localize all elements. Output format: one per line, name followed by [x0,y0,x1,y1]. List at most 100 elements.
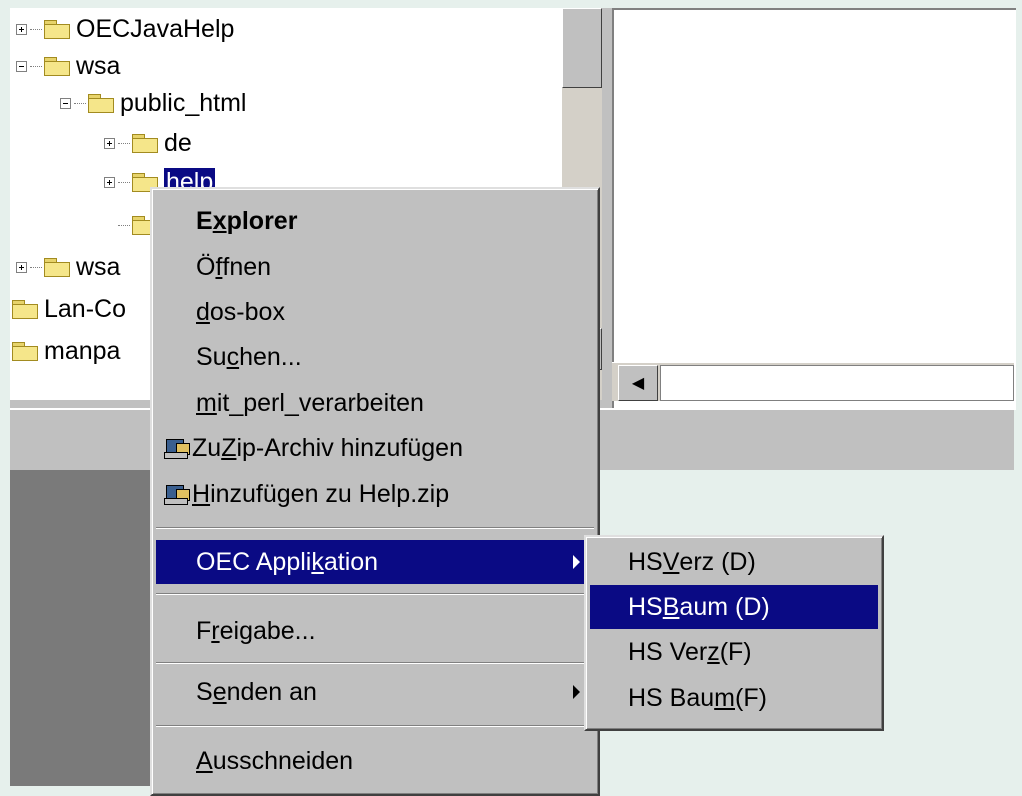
tree-item-label: de [164,129,192,157]
menu-label: HS [628,547,663,576]
menu-label: F [196,616,212,645]
oec-applikation-submenu: HS Verz (D) HS Baum (D) HS Ver z (F) HS B… [584,535,884,731]
folder-icon [88,94,114,113]
chevron-right-icon [573,685,580,699]
chevron-right-icon [573,555,580,569]
tree-item-lan-co[interactable]: Lan-Co [12,288,126,330]
menu-accelerator: Z [221,433,237,462]
menu-item-oeffnen[interactable]: Öf fnen [156,245,594,289]
tree-connector [30,28,42,30]
menu-label: HS [628,592,663,621]
menu-accelerator: H [192,479,211,508]
menu-accelerator: d [196,297,210,326]
menu-label: (F) [719,637,752,666]
menu-item-zip-archiv[interactable]: Zu Zip-Archiv hinzufügen [156,426,594,470]
tree-item-label: wsa [76,52,121,80]
tree-item-de[interactable]: de [104,122,192,164]
winzip-icon [164,437,190,459]
folder-icon [44,57,70,76]
tree-connector [118,181,130,183]
menu-label: hen... [239,342,302,371]
menu-item-hinzufuegen-help-zip[interactable]: Hinzufügen zu Help.zip [156,472,594,516]
menu-label: HS Ver [628,637,708,666]
tree-connector [74,102,86,104]
file-list-pane[interactable] [612,8,1016,410]
expand-icon[interactable] [16,261,27,273]
menu-accelerator: e [212,677,227,706]
folder-icon [44,258,70,277]
menu-separator [156,527,594,529]
collapse-icon[interactable] [60,97,71,109]
menu-label: os-box [209,297,285,326]
menu-item-dos-box[interactable]: d os-box [156,290,594,334]
scrollbar-track[interactable] [660,365,1014,401]
menu-label: erz (D) [679,547,756,576]
menu-item-mit-perl-verarbeiten[interactable]: m it_perl_verarbeiten [156,381,594,425]
menu-accelerator: c [226,342,240,371]
collapse-icon[interactable] [16,60,27,72]
menu-accelerator: x [212,206,227,235]
menu-item-explorer[interactable]: Ex plorer [156,199,594,243]
tree-connector [118,142,130,144]
menu-label: usschneiden [212,746,354,775]
menu-label: inzufügen zu Help.zip [210,479,450,508]
menu-item-ausschneiden[interactable]: Ausschneiden [156,739,594,783]
tree-item-public-html[interactable]: public_html [60,82,246,124]
tree-item-wsa[interactable]: wsa [16,45,120,87]
menu-item-suchen[interactable]: Su c hen... [156,335,594,379]
tree-item-label: wsa [76,253,121,281]
folder-icon [132,134,158,153]
menu-label: aum (D) [679,592,770,621]
menu-label: nden an [226,677,317,706]
tree-item-manpa[interactable]: manpa [12,330,120,372]
menu-accelerator: m [714,683,735,712]
menu-item-freigabe[interactable]: Fr eigabe... [156,609,594,653]
tree-item-oecjavahelp[interactable]: OECJavaHelp [16,8,234,50]
menu-label: eigabe... [219,616,316,645]
menu-separator [156,662,594,664]
folder-icon [44,20,70,39]
scroll-left-icon[interactable]: ◀ [618,365,658,401]
menu-item-oec-applikation[interactable]: OEC Appli k ation [156,540,594,584]
submenu-item-hs-baum-f[interactable]: HS Bau m (F) [590,676,878,720]
menu-label: Ö [196,252,216,281]
submenu-item-hs-verz-f[interactable]: HS Ver z (F) [590,630,878,674]
menu-accelerator: m [196,388,217,417]
menu-label: E [196,206,213,235]
horizontal-scrollbar[interactable]: ◀ [612,362,1014,401]
tree-item-label: public_html [120,89,247,117]
menu-label: plorer [226,206,298,235]
menu-item-senden-an[interactable]: Se nden an [156,670,594,714]
menu-separator [156,593,594,595]
tree-item-wsa-2[interactable]: wsa [16,246,120,288]
submenu-item-hs-baum-d[interactable]: HS Baum (D) [590,585,878,629]
menu-label: Zu [192,433,222,462]
menu-accelerator: A [196,746,213,775]
menu-accelerator: z [707,637,720,666]
tree-item-label: OECJavaHelp [76,15,235,43]
tree-item-label: Lan-Co [44,295,126,323]
menu-accelerator: f [215,252,223,281]
context-menu: Ex plorer Öf fnen d os-box Su c hen... m it_pe… [150,187,600,796]
menu-label: Su [196,342,227,371]
menu-label: (F) [735,683,767,712]
tree-connector [30,266,42,268]
menu-label: ip-Archiv hinzufügen [236,433,463,462]
expand-icon[interactable] [16,23,27,35]
tree-item-label: manpa [44,337,121,365]
menu-accelerator: r [211,616,220,645]
menu-label: ation [323,547,379,576]
submenu-item-hs-verz-d[interactable]: HS Verz (D) [590,540,878,584]
menu-accelerator: V [662,547,680,576]
menu-separator [156,725,594,727]
scrollbar-thumb[interactable] [562,8,602,88]
expand-icon[interactable] [104,137,115,149]
menu-label: it_perl_verarbeiten [216,388,424,417]
menu-label: HS Bau [628,683,715,712]
folder-icon [12,342,38,361]
expand-icon[interactable] [104,176,115,188]
tree-connector [118,224,130,226]
menu-accelerator: B [662,592,680,621]
menu-label: OEC Appli [196,547,312,576]
tree-connector [30,65,42,67]
